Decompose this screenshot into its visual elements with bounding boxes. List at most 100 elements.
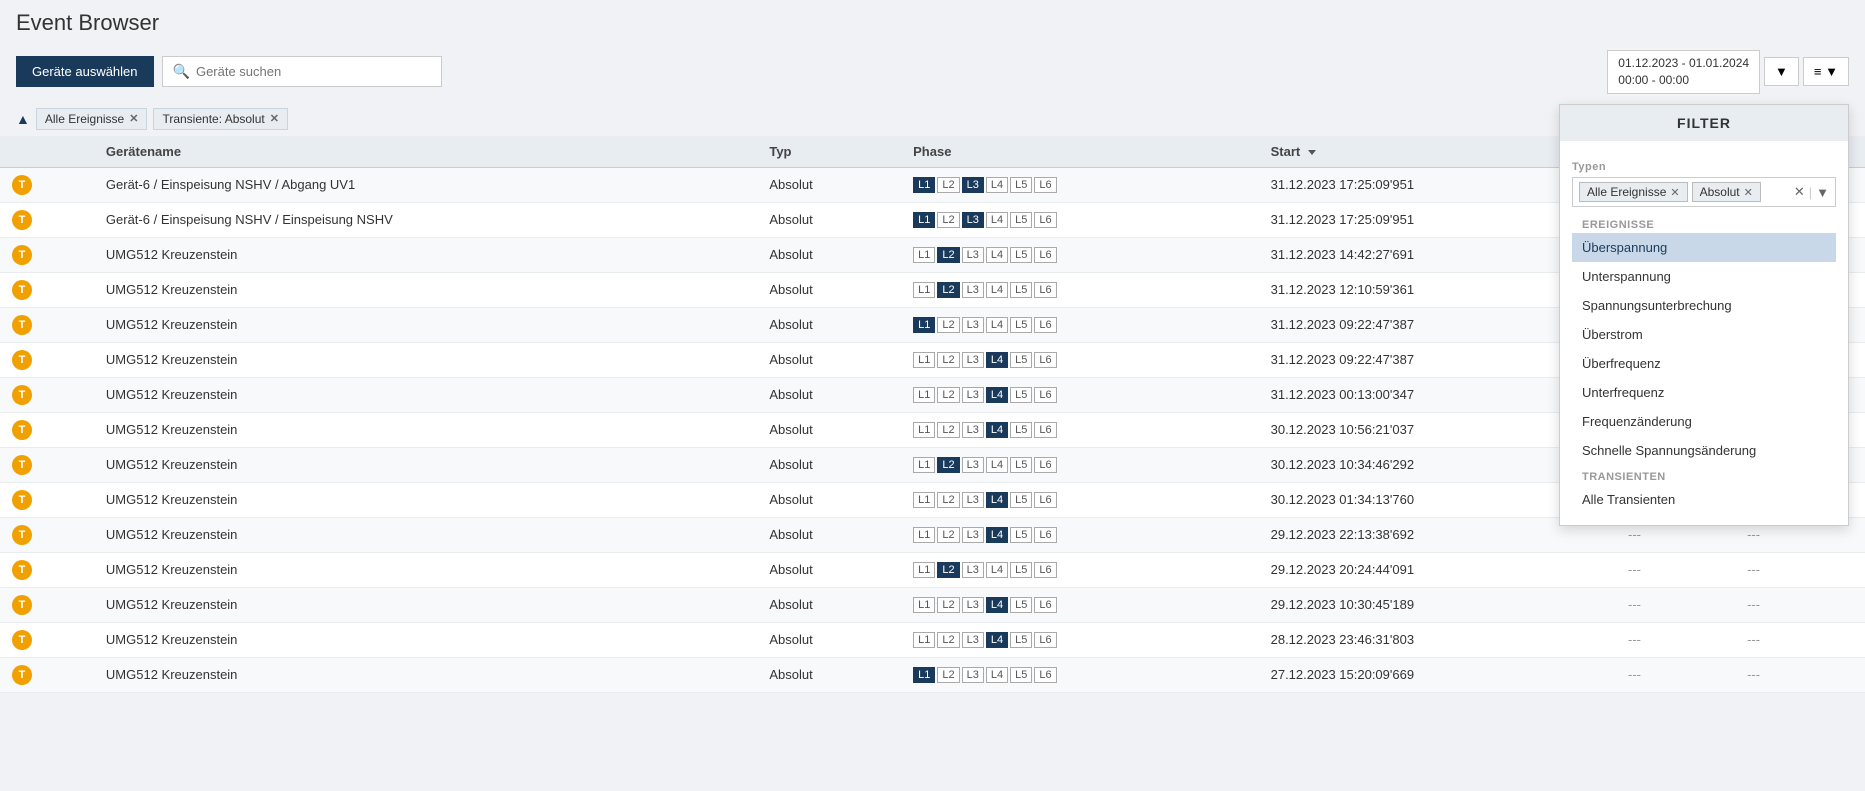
phase-tag-l4: L4: [986, 492, 1008, 508]
row-icon-cell: T: [0, 307, 94, 342]
type-icon: T: [12, 490, 32, 510]
row-phase: L1L2L3L4L5L6: [901, 587, 1258, 622]
filter-tag-actions: ✕ | ▼: [1794, 184, 1829, 200]
type-icon: T: [12, 315, 32, 335]
row-phase: L1L2L3L4L5L6: [901, 412, 1258, 447]
phase-tag-l6: L6: [1034, 632, 1056, 648]
row-end: ---: [1616, 587, 1735, 622]
filter-tag-transient-close[interactable]: ✕: [270, 112, 279, 125]
row-phase: L1L2L3L4L5L6: [901, 202, 1258, 237]
menu-button[interactable]: ≡ ▼: [1803, 57, 1849, 86]
row-type: Absolut: [757, 307, 901, 342]
phase-tag-l5: L5: [1010, 177, 1032, 193]
table-row[interactable]: TUMG512 KreuzensteinAbsolutL1L2L3L4L5L62…: [0, 657, 1865, 692]
filter-dropdown: FILTER Typen Alle Ereignisse ✕ Absolut ✕…: [1559, 104, 1849, 526]
table-row[interactable]: TUMG512 KreuzensteinAbsolutL1L2L3L4L5L62…: [0, 622, 1865, 657]
expand-filter-button[interactable]: ▼: [1816, 185, 1829, 200]
phase-tag-l2: L2: [937, 422, 959, 438]
filter-item-unterspannung[interactable]: Unterspannung: [1572, 262, 1836, 291]
row-type: Absolut: [757, 167, 901, 202]
date-range-line1: 01.12.2023 - 01.01.2024: [1618, 55, 1749, 72]
pill-absolut-close[interactable]: ✕: [1744, 186, 1753, 199]
phase-tag-l5: L5: [1010, 212, 1032, 228]
row-device-name: UMG512 Kreuzenstein: [94, 622, 757, 657]
row-icon-cell: T: [0, 482, 94, 517]
phase-tag-l5: L5: [1010, 492, 1032, 508]
clear-filter-button[interactable]: ✕: [1794, 184, 1805, 200]
phase-tag-l1: L1: [913, 457, 935, 473]
phase-tag-l1: L1: [913, 562, 935, 578]
row-phase: L1L2L3L4L5L6: [901, 342, 1258, 377]
filter-item-uberstrom[interactable]: Überstrom: [1572, 320, 1836, 349]
toolbar-right: 01.12.2023 - 01.01.2024 00:00 - 00:00 ▼ …: [1607, 50, 1849, 94]
phase-tag-l1: L1: [913, 247, 935, 263]
sort-icon-start: [1308, 150, 1316, 155]
phase-tag-l4: L4: [986, 457, 1008, 473]
phase-tag-l2: L2: [937, 282, 959, 298]
phase-tag-l5: L5: [1010, 352, 1032, 368]
filter-item-uberspannung[interactable]: Überspannung: [1572, 233, 1836, 262]
search-input[interactable]: [196, 64, 431, 79]
pill-alle-label: Alle Ereignisse: [1587, 185, 1666, 199]
row-phase: L1L2L3L4L5L6: [901, 517, 1258, 552]
table-row[interactable]: TUMG512 KreuzensteinAbsolutL1L2L3L4L5L62…: [0, 552, 1865, 587]
phase-tag-l3: L3: [962, 492, 984, 508]
table-row[interactable]: TUMG512 KreuzensteinAbsolutL1L2L3L4L5L62…: [0, 587, 1865, 622]
phase-tag-l2: L2: [937, 457, 959, 473]
phase-tag-l5: L5: [1010, 632, 1032, 648]
row-device-name: UMG512 Kreuzenstein: [94, 307, 757, 342]
phase-tag-l2: L2: [937, 492, 959, 508]
row-type: Absolut: [757, 202, 901, 237]
phase-tag-l1: L1: [913, 667, 935, 683]
ereignisse-section-label: EREIGNISSE: [1572, 213, 1836, 233]
phase-tag-l2: L2: [937, 317, 959, 333]
phase-tag-l1: L1: [913, 317, 935, 333]
row-start: 29.12.2023 10:30:45'189: [1259, 587, 1616, 622]
phase-tag-l5: L5: [1010, 597, 1032, 613]
type-icon: T: [12, 420, 32, 440]
row-end: ---: [1616, 657, 1735, 692]
row-phase: L1L2L3L4L5L6: [901, 657, 1258, 692]
phase-tag-l1: L1: [913, 212, 935, 228]
filter-item-frequenzanderung[interactable]: Frequenzänderung: [1572, 407, 1836, 436]
type-icon: T: [12, 665, 32, 685]
phase-tag-l4: L4: [986, 597, 1008, 613]
row-device-name: UMG512 Kreuzenstein: [94, 447, 757, 482]
row-phase: L1L2L3L4L5L6: [901, 167, 1258, 202]
phase-tag-l1: L1: [913, 527, 935, 543]
filter-list: EREIGNISSE Überspannung Unterspannung Sp…: [1572, 213, 1836, 513]
row-device-name: UMG512 Kreuzenstein: [94, 377, 757, 412]
row-device-name: Gerät-6 / Einspeisung NSHV / Einspeisung…: [94, 202, 757, 237]
filter-item-schnelle-spannungsanderung[interactable]: Schnelle Spannungsänderung: [1572, 436, 1836, 465]
phase-tag-l2: L2: [937, 387, 959, 403]
row-duration: ---: [1735, 657, 1865, 692]
row-device-name: UMG512 Kreuzenstein: [94, 517, 757, 552]
phase-tag-l3: L3: [962, 422, 984, 438]
select-devices-button[interactable]: Geräte auswählen: [16, 56, 154, 87]
filter-tag-all-events-close[interactable]: ✕: [129, 112, 138, 125]
phase-tag-l4: L4: [986, 632, 1008, 648]
type-icon: T: [12, 525, 32, 545]
phase-tag-l4: L4: [986, 247, 1008, 263]
row-device-name: UMG512 Kreuzenstein: [94, 552, 757, 587]
filter-item-unterfrequenz[interactable]: Unterfrequenz: [1572, 378, 1836, 407]
phase-tag-l3: L3: [962, 212, 984, 228]
phase-tag-l4: L4: [986, 422, 1008, 438]
row-device-name: UMG512 Kreuzenstein: [94, 482, 757, 517]
filter-button[interactable]: ▼: [1764, 57, 1799, 86]
filter-item-spannungsunterbrechung[interactable]: Spannungsunterbrechung: [1572, 291, 1836, 320]
filter-tag-transient-absolut: Transiente: Absolut ✕: [153, 108, 288, 130]
filter-item-alle-transienten[interactable]: Alle Transienten: [1572, 485, 1836, 513]
search-icon: 🔍: [173, 63, 190, 80]
funnel-icon: ▼: [1775, 64, 1788, 79]
filter-tag-all-events: Alle Ereignisse ✕: [36, 108, 148, 130]
filter-item-uberfrequenz[interactable]: Überfrequenz: [1572, 349, 1836, 378]
row-device-name: UMG512 Kreuzenstein: [94, 342, 757, 377]
phase-tag-l6: L6: [1034, 597, 1056, 613]
row-device-name: UMG512 Kreuzenstein: [94, 237, 757, 272]
phase-tag-l4: L4: [986, 177, 1008, 193]
pill-alle-close[interactable]: ✕: [1670, 186, 1679, 199]
phase-tag-l3: L3: [962, 387, 984, 403]
filter-tag-label: Alle Ereignisse: [45, 112, 124, 126]
phase-tag-l2: L2: [937, 212, 959, 228]
